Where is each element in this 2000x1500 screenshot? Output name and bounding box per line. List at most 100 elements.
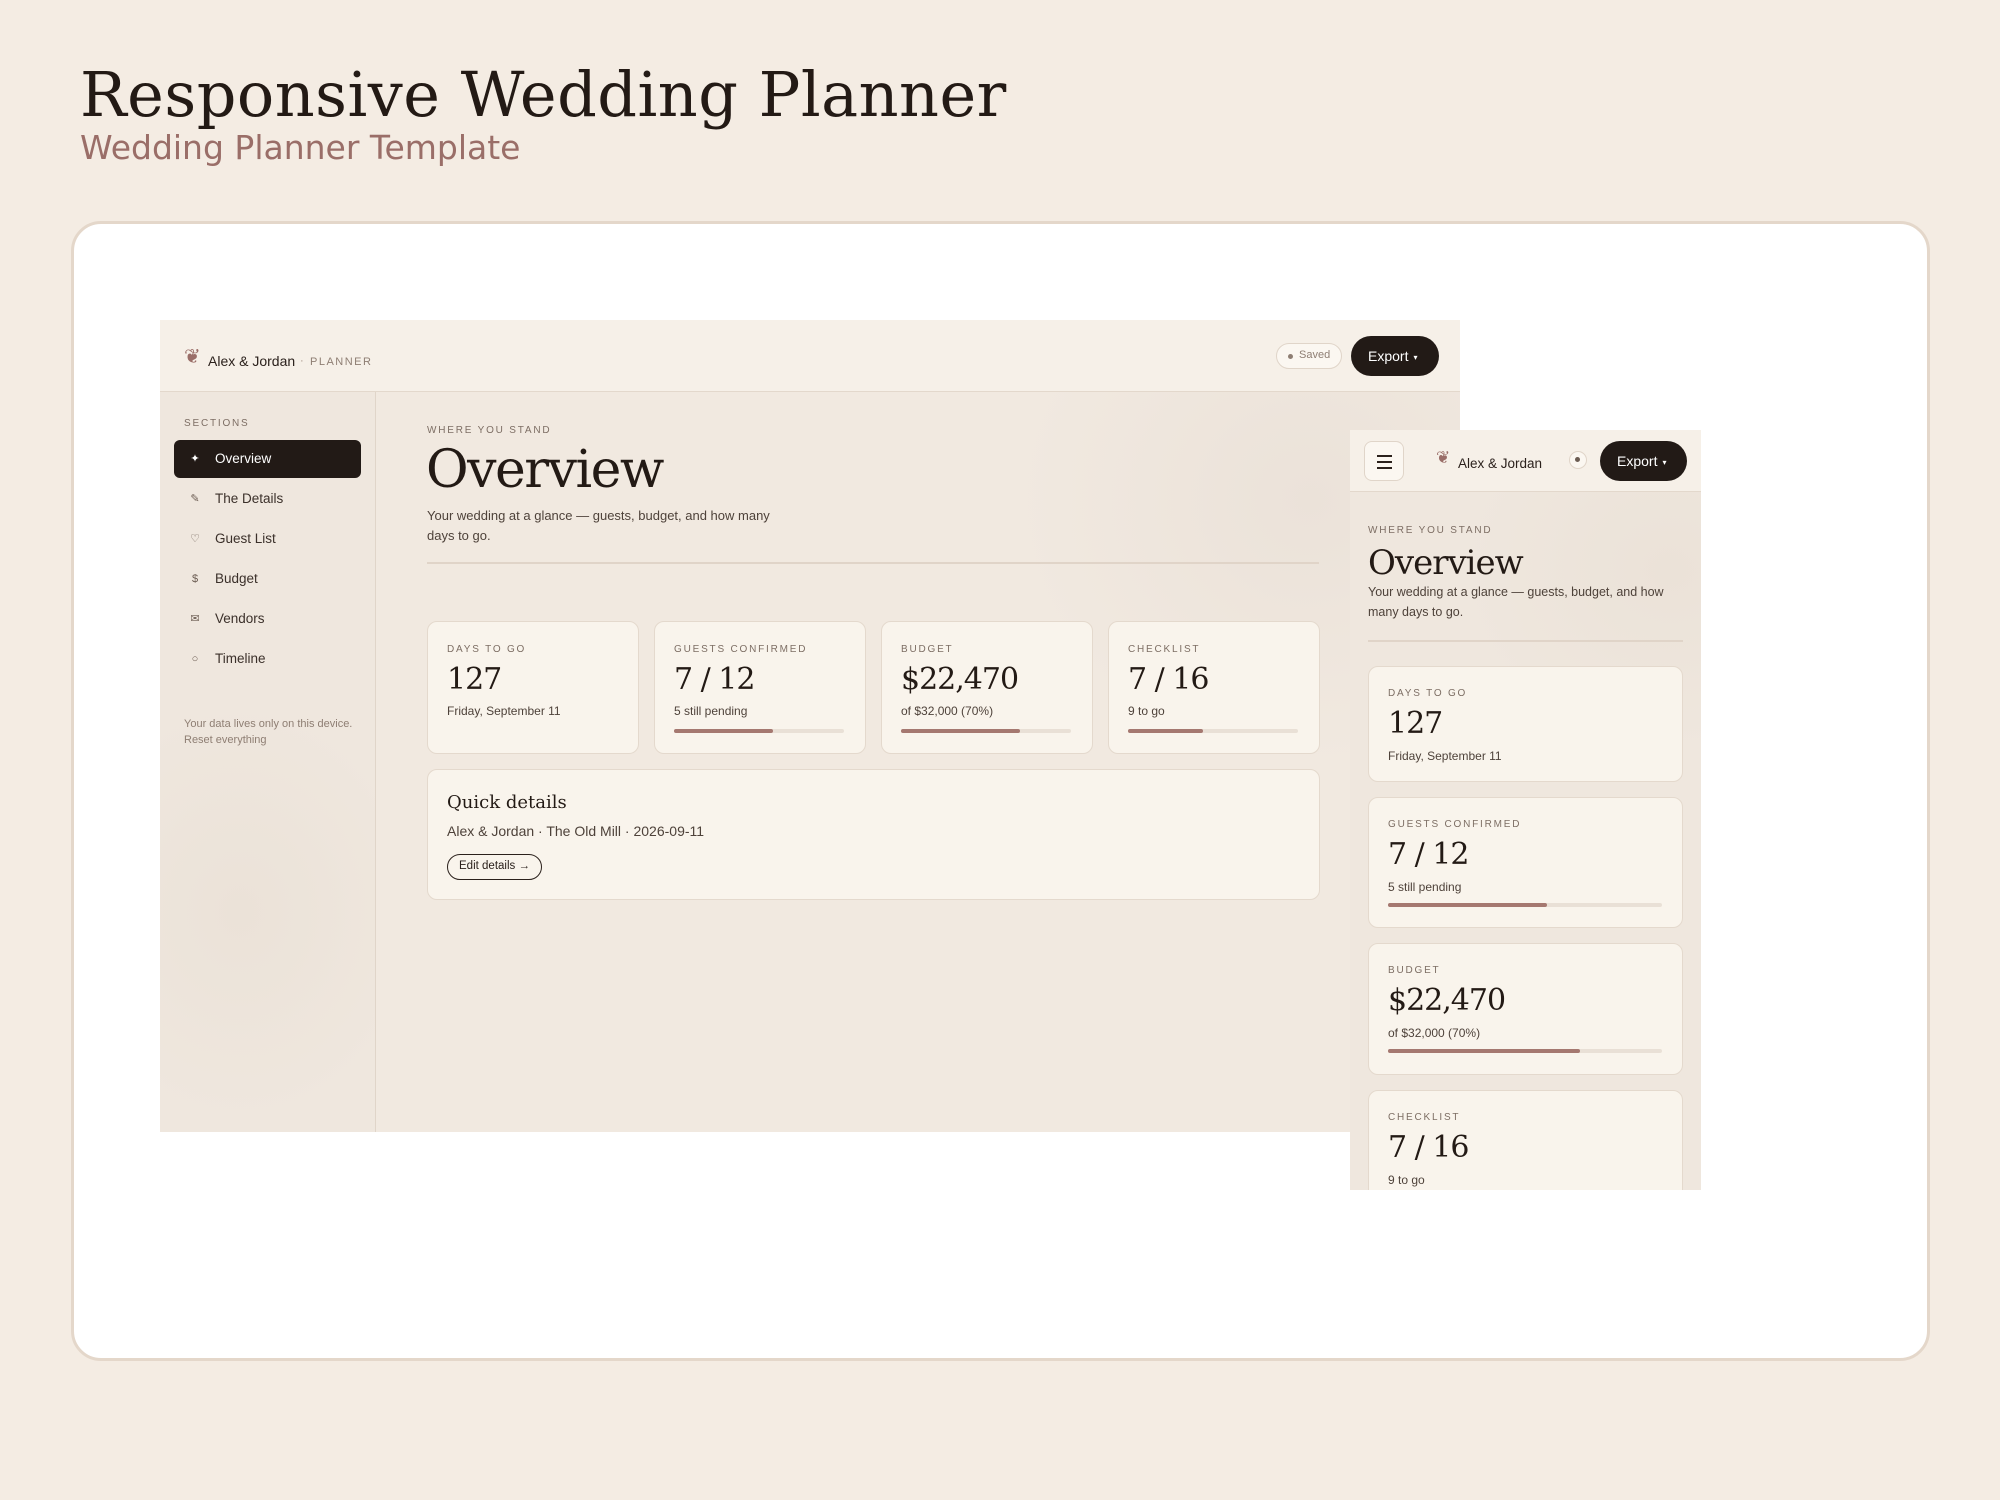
mobile-top-bar: ❦ Alex & Jordan Export ▾ [1350,430,1701,492]
progress-bar [1128,729,1298,733]
export-button[interactable]: Export ▾ [1351,336,1439,376]
overview-divider [427,562,1319,564]
mobile-preview: ❦ Alex & Jordan Export ▾ WHERE YOU STAND … [1350,430,1701,1190]
stat-card-checklist: CHECKLIST 7 / 16 9 to go [1108,621,1320,754]
progress-bar [901,729,1071,733]
page-subtitle: Wedding Planner Template [80,128,521,167]
top-bar: ❦ Alex & Jordan · PLANNER Saved Export ▾ [160,320,1460,392]
desktop-preview: ❦ Alex & Jordan · PLANNER Saved Export ▾ … [160,320,1460,1132]
stat-label: BUDGET [901,644,954,655]
page-title: Responsive Wedding Planner [80,58,1007,131]
stat-sub: 5 still pending [674,704,748,718]
main-content: WHERE YOU STAND Overview Your wedding at… [377,392,1460,1132]
quick-details-meta: Alex & Jordan · The Old Mill · 2026-09-1… [447,823,705,839]
stat-label: DAYS TO GO [1388,688,1468,699]
stat-label: CHECKLIST [1128,644,1201,655]
stat-sub: 9 to go [1388,1173,1425,1187]
stat-label: GUESTS CONFIRMED [1388,819,1522,830]
stat-label: BUDGET [1388,965,1441,976]
envelope-icon: ✉ [190,613,200,625]
stat-label: DAYS TO GO [447,644,527,655]
stat-card-guests: GUESTS CONFIRMED 7 / 12 5 still pending [654,621,866,754]
sidebar-item-label: Guest List [215,531,276,546]
stat-card-checklist: CHECKLIST 7 / 16 9 to go [1368,1090,1683,1190]
saved-label: Saved [1299,349,1331,361]
progress-bar [1388,1049,1662,1053]
stat-sub: 5 still pending [1388,880,1462,894]
circle-icon: ○ [191,653,199,665]
sidebar-item-label: Budget [215,571,258,586]
overview-lead-line1: Your wedding at a glance — guests, budge… [427,508,770,523]
quick-details-title: Quick details [447,792,567,813]
overview-divider [1368,640,1683,642]
sidebar-item-label: Overview [215,451,272,466]
heart-icon: ♡ [190,533,200,545]
sidebar-item-label: Timeline [215,651,266,666]
stat-sub: of $32,000 (70%) [1388,1026,1481,1040]
sidebar-item-label: Vendors [215,611,265,626]
overview-lead-line1: Your wedding at a glance — guests, budge… [1368,585,1664,599]
hamburger-icon [1377,455,1392,457]
sparkle-icon: ✦ [190,453,200,465]
overview-heading: Overview [426,440,664,500]
stat-value: 7 / 16 [1388,1130,1469,1165]
progress-bar [1388,903,1662,907]
edit-details-button[interactable]: Edit details → [447,854,542,880]
sidebar-item-guest-list[interactable]: ♡ Guest List [174,520,361,558]
brand-separator: · [300,355,304,367]
sidebar-item-vendors[interactable]: ✉ Vendors [174,600,361,638]
sidebar-item-the-details[interactable]: ✎ The Details [174,480,361,518]
sidebar-item-budget[interactable]: $ Budget [174,560,361,598]
brand-name[interactable]: Alex & Jordan [208,353,295,369]
stat-value: 127 [1388,706,1443,741]
status-dot-icon [1288,354,1293,359]
dollar-icon: $ [191,573,199,585]
logo-flourish-icon: ❦ [184,346,201,368]
stat-card-guests: GUESTS CONFIRMED 7 / 12 5 still pending [1368,797,1683,928]
progress-fill [674,729,773,733]
saved-status-indicator [1569,451,1587,469]
stat-sub: of $32,000 (70%) [901,704,994,718]
sidebar-item-timeline[interactable]: ○ Timeline [174,640,361,678]
sidebar-item-overview[interactable]: ✦ Overview [174,440,361,478]
export-label: Export [1617,453,1658,469]
sidebar-heading: SECTIONS [184,418,250,429]
app-name: PLANNER [310,356,373,368]
caret-down-icon: ▾ [1662,458,1667,467]
logo-flourish-icon: ❦ [1436,448,1451,467]
caret-down-icon: ▾ [1413,353,1418,362]
overview-lead-line2: many days to go. [1368,605,1464,619]
pen-icon: ✎ [190,493,200,505]
status-dot-icon [1575,457,1580,462]
saved-status-badge: Saved [1276,343,1342,369]
section-eyebrow: WHERE YOU STAND [1368,525,1493,536]
stat-value: $22,470 [901,662,1019,697]
reset-link[interactable]: Reset everything [184,734,267,746]
export-button[interactable]: Export ▾ [1600,441,1687,481]
quick-details-card: Quick details Alex & Jordan · The Old Mi… [427,769,1320,900]
menu-button[interactable] [1364,441,1404,481]
stat-value: 7 / 12 [674,662,755,697]
stat-label: CHECKLIST [1388,1112,1461,1123]
progress-bar [674,729,844,733]
stat-sub: Friday, September 11 [1388,749,1502,763]
progress-fill [1388,903,1547,907]
stat-value: 127 [447,662,502,697]
stat-value: 7 / 16 [1128,662,1209,697]
stat-sub: 9 to go [1128,704,1165,718]
export-label: Export [1368,348,1409,364]
stat-card-days: DAYS TO GO 127 Friday, September 11 [427,621,639,754]
progress-fill [901,729,1020,733]
overview-lead-line2: days to go. [427,528,491,543]
stat-value: 7 / 12 [1388,837,1469,872]
stat-value: $22,470 [1388,983,1506,1018]
stat-card-budget: BUDGET $22,470 of $32,000 (70%) [881,621,1093,754]
stat-sub: Friday, September 11 [447,704,561,718]
stat-label: GUESTS CONFIRMED [674,644,808,655]
stat-card-days: DAYS TO GO 127 Friday, September 11 [1368,666,1683,782]
brand-name[interactable]: Alex & Jordan [1458,456,1542,471]
privacy-note: Your data lives only on this device. [184,718,353,730]
stat-card-budget: BUDGET $22,470 of $32,000 (70%) [1368,943,1683,1075]
sidebar: SECTIONS ✦ Overview ✎ The Details ♡ Gues… [160,392,376,1132]
section-eyebrow: WHERE YOU STAND [427,425,552,436]
